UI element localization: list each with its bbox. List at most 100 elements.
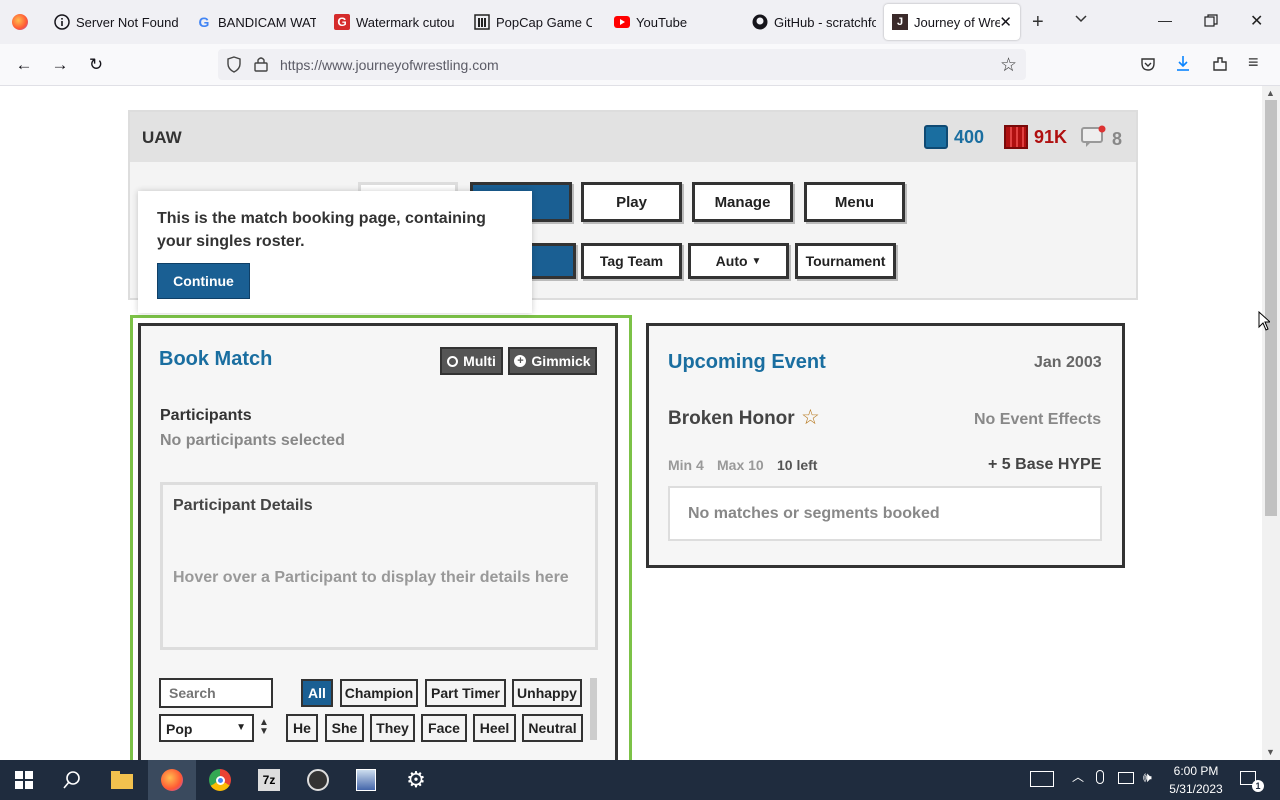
caret-down-icon: ▼: [751, 255, 762, 267]
participants-label: Participants: [160, 407, 252, 424]
participants-empty: No participants selected: [160, 432, 345, 449]
filter-all[interactable]: All: [301, 679, 333, 707]
new-tab-icon[interactable]: +: [1032, 11, 1044, 34]
messages-stat[interactable]: 8: [1080, 125, 1122, 154]
extensions-icon[interactable]: [1212, 56, 1228, 77]
paint-icon[interactable]: [342, 760, 390, 800]
microphone-icon[interactable]: [1096, 770, 1104, 784]
filter-unhappy[interactable]: Unhappy: [512, 679, 582, 707]
file-explorer-icon[interactable]: [98, 760, 146, 800]
search-input[interactable]: [159, 678, 273, 708]
filter-she[interactable]: She: [325, 714, 364, 742]
network-icon[interactable]: [1118, 772, 1134, 784]
messages-icon: [1080, 125, 1106, 154]
download-icon[interactable]: [1175, 55, 1191, 78]
back-icon[interactable]: ←: [10, 51, 38, 79]
status-bar: UAW 400 91K 8: [130, 112, 1136, 162]
github-icon: [752, 14, 768, 30]
tab-watermark[interactable]: G Watermark cutout: [334, 0, 454, 44]
filter-he[interactable]: He: [286, 714, 318, 742]
windows-start-icon[interactable]: [0, 760, 48, 800]
participant-details-title: Participant Details: [173, 497, 313, 514]
search-icon[interactable]: [48, 760, 96, 800]
menu-hamburger-icon[interactable]: ≡: [1248, 52, 1259, 73]
credits-icon: [924, 125, 948, 149]
filter-they[interactable]: They: [370, 714, 415, 742]
scrollbar-thumb[interactable]: [1265, 100, 1277, 516]
continue-button[interactable]: Continue: [157, 263, 250, 299]
nav-manage-button[interactable]: Manage: [692, 182, 793, 222]
credits-stat: 400: [924, 125, 984, 149]
clock-time[interactable]: 6:00 PM: [1166, 764, 1226, 778]
tab-bandicam[interactable]: G BANDICAM WATE: [196, 0, 316, 44]
scroll-up-icon[interactable]: ▲: [1266, 88, 1275, 98]
close-tab-icon[interactable]: ✕: [999, 13, 1012, 31]
firefox-icon[interactable]: [12, 14, 28, 30]
filter-champion[interactable]: Champion: [340, 679, 418, 707]
book-match-title: Book Match: [159, 348, 273, 370]
clock-date[interactable]: 5/31/2023: [1166, 782, 1226, 796]
reload-icon[interactable]: ↻: [82, 51, 110, 79]
subnav-auto-button[interactable]: Auto ▼: [688, 243, 789, 279]
g-red-icon: G: [334, 14, 350, 30]
url-text[interactable]: https://www.journeyofwrestling.com: [280, 57, 499, 73]
tray-chevron-icon[interactable]: ︿: [1072, 768, 1084, 785]
keyboard-icon[interactable]: [1030, 771, 1054, 787]
promotion-name: UAW: [142, 128, 182, 147]
sort-select[interactable]: Pop ▼: [159, 714, 254, 742]
gimmick-button[interactable]: + Gimmick: [508, 347, 597, 375]
event-effects: No Event Effects: [974, 411, 1102, 428]
forward-icon[interactable]: →: [46, 51, 74, 79]
multi-button[interactable]: Multi: [440, 347, 503, 375]
7zip-icon[interactable]: 7z: [245, 760, 293, 800]
participant-details-box: Participant Details Hover over a Partici…: [160, 482, 598, 650]
participant-details-hint: Hover over a Participant to display thei…: [173, 569, 569, 586]
star-icon[interactable]: ☆: [801, 405, 820, 430]
event-hype: + 5 Base HYPE: [988, 456, 1102, 473]
tab-popcap[interactable]: PopCap Game Co: [474, 0, 592, 44]
event-bookings-empty: No matches or segments booked: [668, 486, 1102, 541]
tab-github[interactable]: GitHub - scratchfo: [752, 0, 876, 44]
filter-face[interactable]: Face: [421, 714, 467, 742]
chevron-down-icon[interactable]: [1074, 12, 1088, 31]
google-icon: G: [198, 14, 210, 30]
nav-play-button[interactable]: Play: [581, 182, 682, 222]
tutorial-tooltip: This is the match booking page, containi…: [138, 191, 532, 313]
firefox-taskbar-icon[interactable]: [148, 760, 196, 800]
plus-circle-icon: +: [514, 355, 527, 367]
tooltip-text: This is the match booking page, containi…: [157, 210, 486, 250]
web-page: UAW 400 91K 8 Play Manage Menu Tag Team …: [0, 86, 1262, 760]
volume-icon[interactable]: 🕪: [1143, 769, 1152, 786]
caret-down-icon: ▼: [236, 722, 246, 733]
filter-neutral[interactable]: Neutral: [522, 714, 583, 742]
tab-journey-of-wrestling[interactable]: J Journey of Wre ✕: [884, 4, 1020, 40]
lock-icon[interactable]: [254, 56, 268, 77]
shield-icon[interactable]: [226, 56, 242, 78]
j-icon: J: [892, 14, 908, 30]
nav-menu-button[interactable]: Menu: [804, 182, 905, 222]
bookmark-star-icon[interactable]: ☆: [1000, 54, 1017, 77]
subnav-tournament-button[interactable]: Tournament: [795, 243, 896, 279]
money-stat: 91K: [1004, 125, 1067, 149]
money-icon: [1004, 125, 1028, 149]
subnav-tag-team-button[interactable]: Tag Team: [581, 243, 682, 279]
info-icon: [54, 14, 70, 30]
chrome-icon[interactable]: [196, 760, 244, 800]
minimize-icon[interactable]: —: [1158, 12, 1172, 28]
list-scrollbar[interactable]: [590, 678, 597, 740]
scroll-down-icon[interactable]: ▼: [1266, 747, 1275, 757]
tab-youtube[interactable]: YouTube: [614, 0, 734, 44]
filter-part-timer[interactable]: Part Timer: [425, 679, 506, 707]
pocket-icon[interactable]: [1140, 56, 1156, 77]
close-window-icon[interactable]: ✕: [1250, 11, 1263, 31]
youtube-icon: [614, 14, 630, 30]
event-min: Min 4: [668, 457, 704, 473]
settings-gear-icon[interactable]: ⚙: [392, 760, 440, 800]
sort-order-icon[interactable]: ▲ ▼: [259, 718, 269, 737]
obs-icon[interactable]: [294, 760, 342, 800]
restore-icon[interactable]: [1204, 14, 1218, 33]
filter-heel[interactable]: Heel: [473, 714, 516, 742]
upcoming-event-title: Upcoming Event: [668, 351, 826, 373]
notification-count-badge: 1: [1252, 780, 1264, 792]
tab-server-not-found[interactable]: Server Not Found: [54, 0, 186, 44]
